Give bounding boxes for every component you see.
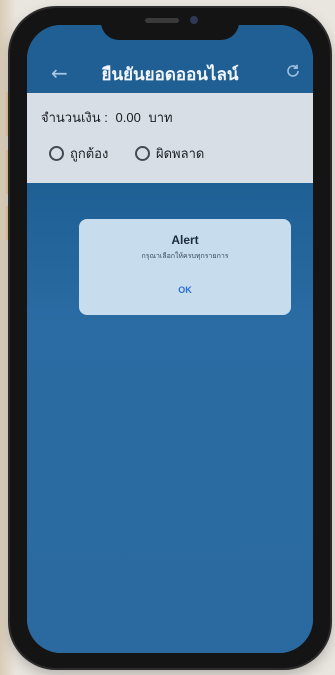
page-title: ยืนยันยอดออนไลน์	[101, 65, 239, 84]
ok-button[interactable]: OK	[79, 285, 291, 295]
front-camera	[190, 16, 198, 24]
speaker-grille	[145, 18, 179, 23]
alert-dialog: Alert กรุณาเลือกให้ครบทุกรายการ OK	[79, 219, 291, 315]
alert-title: Alert	[171, 233, 199, 247]
amount-row: จำนวนเงิน : 0.00 บาท	[41, 107, 177, 128]
confirmation-form: จำนวนเงิน : 0.00 บาท ถูกต้อง ผิดพลาด	[27, 93, 313, 183]
radio-circle-icon[interactable]	[49, 146, 64, 161]
radio-incorrect[interactable]: ผิดพลาด	[135, 143, 204, 164]
refresh-icon[interactable]	[285, 63, 301, 79]
amount-value: 0.00	[115, 110, 141, 125]
app-screen: ← ยืนยันยอดออนไลน์ จำนวนเงิน : 0.00 บาท …	[27, 25, 313, 653]
amount-unit: บาท	[148, 110, 173, 125]
radio-correct[interactable]: ถูกต้อง	[49, 143, 108, 164]
alert-message: กรุณาเลือกให้ครบทุกรายการ	[141, 253, 229, 260]
phone-frame: ← ยืนยันยอดออนไลน์ จำนวนเงิน : 0.00 บาท …	[10, 8, 330, 668]
phone-notch	[101, 8, 239, 40]
radio-incorrect-label: ผิดพลาด	[156, 146, 205, 161]
amount-label: จำนวนเงิน :	[41, 110, 108, 125]
radio-correct-label: ถูกต้อง	[70, 146, 109, 161]
radio-circle-icon[interactable]	[135, 146, 150, 161]
